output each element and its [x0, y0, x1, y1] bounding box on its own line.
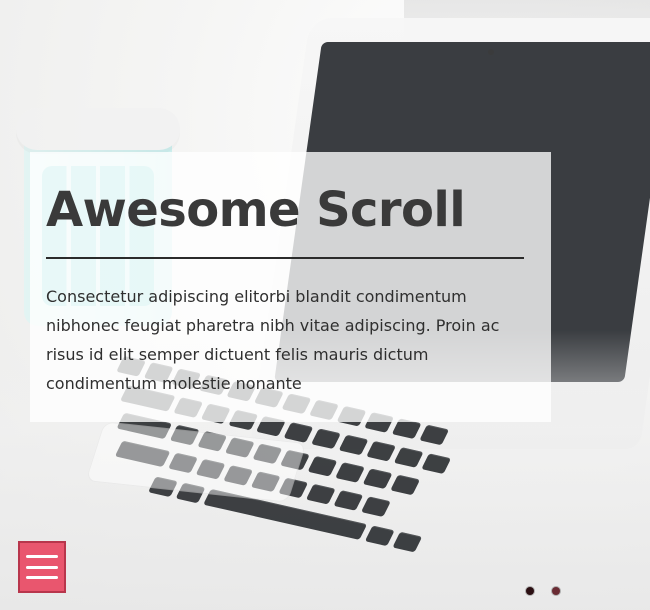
key — [392, 531, 423, 553]
key — [421, 453, 452, 475]
hamburger-line — [26, 576, 58, 579]
key — [366, 440, 397, 462]
key — [390, 474, 421, 496]
pagination-dots — [526, 586, 566, 596]
pagination-dot-2[interactable] — [552, 587, 560, 595]
key — [311, 428, 341, 450]
hero-body-text: Consectetur adipiscing elitorbi blandit … — [46, 287, 500, 393]
key — [419, 424, 450, 446]
key — [338, 434, 369, 456]
hamburger-line — [26, 565, 58, 569]
hamburger-menu-icon — [26, 555, 58, 579]
key — [283, 422, 314, 443]
key — [362, 468, 393, 490]
key — [364, 525, 395, 547]
laptop-camera — [488, 49, 494, 55]
key — [335, 462, 365, 483]
key — [333, 490, 364, 511]
menu-button[interactable] — [18, 541, 66, 593]
hero-title: Awesome Scroll — [46, 182, 466, 238]
hero-section: Awesome Scroll Consectetur adipiscing el… — [0, 0, 650, 610]
key — [360, 496, 391, 517]
key — [307, 455, 338, 477]
hamburger-line — [26, 555, 58, 558]
title-divider — [46, 257, 524, 259]
pagination-dot-1[interactable] — [526, 587, 534, 595]
key — [393, 447, 424, 468]
key — [305, 483, 336, 505]
